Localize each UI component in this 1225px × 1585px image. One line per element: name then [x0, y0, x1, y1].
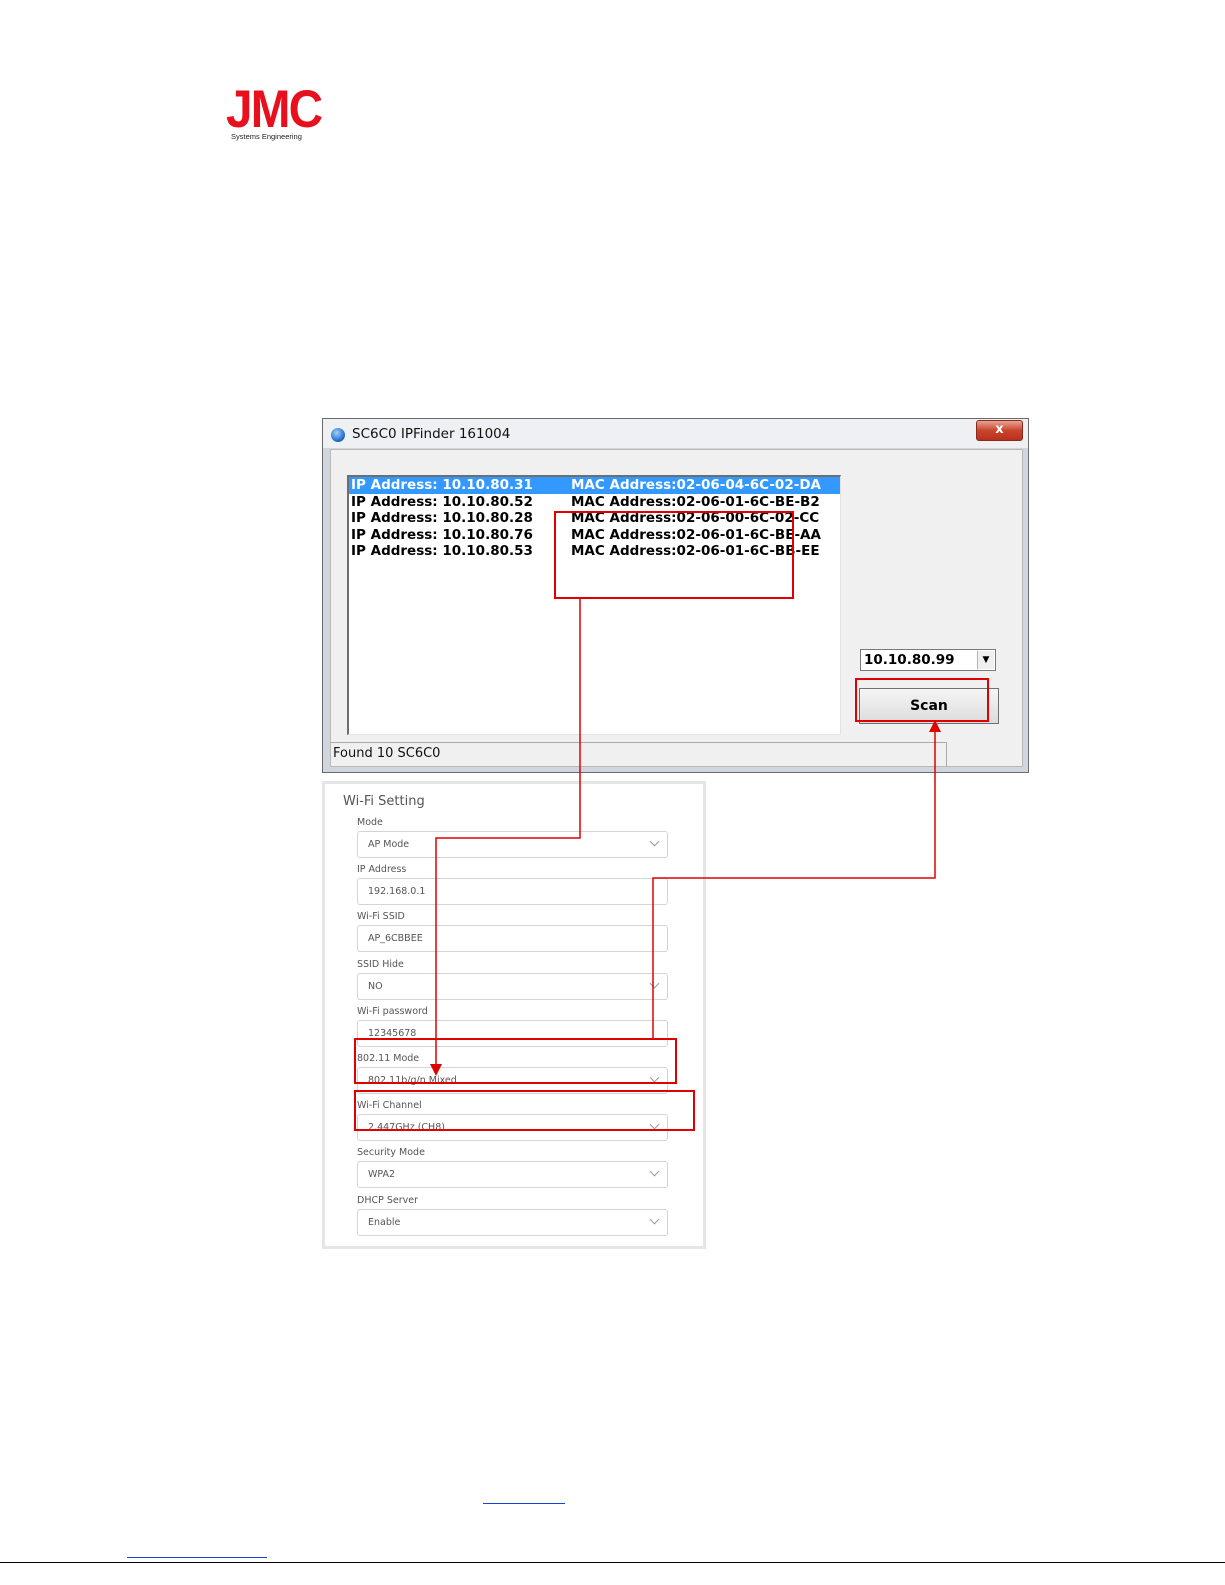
page-rule — [0, 1562, 1225, 1563]
bottom-link-underline[interactable] — [127, 1557, 267, 1558]
annotation-arrows — [430, 599, 941, 1076]
footer-link-underline[interactable] — [483, 1503, 565, 1504]
arrow-mac-to-80211-mode — [430, 599, 581, 1076]
arrow-password-to-scan — [652, 720, 941, 1038]
